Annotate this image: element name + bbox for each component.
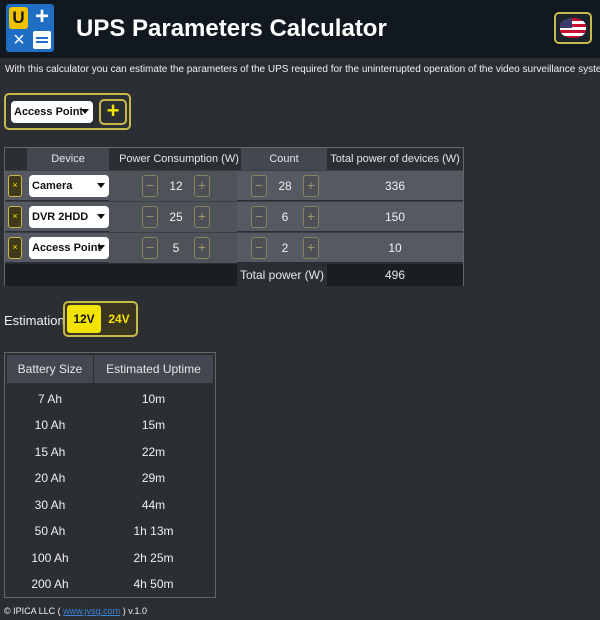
total-power-row: Total power (W) 496 <box>5 264 463 286</box>
battery-size-cell: 200 Ah <box>31 577 69 591</box>
header-estimated-uptime: Estimated Uptime <box>94 355 213 383</box>
device-total-power: 336 <box>384 179 406 193</box>
table-row: × Access Point − 5 + − 2 + 10 <box>5 232 463 263</box>
battery-size-cell: 10 Ah <box>34 418 66 432</box>
power-stepper: − 5 + <box>142 237 210 259</box>
devices-table-header: Device Power Consumption (W) Count Total… <box>5 148 463 170</box>
device-select-value: Camera <box>32 180 73 192</box>
increase-power-button[interactable]: + <box>194 206 210 228</box>
table-row: × Camera − 12 + − 28 + 336 <box>5 170 463 201</box>
uptime-cell: 1h 13m <box>133 524 174 538</box>
header-device: Device <box>27 148 109 170</box>
device-select[interactable]: Camera <box>29 175 109 197</box>
battery-size-cell: 20 Ah <box>34 471 66 485</box>
increase-count-button[interactable]: + <box>303 175 319 197</box>
us-flag-icon <box>560 18 586 38</box>
voltage-12v-button[interactable]: 12V <box>67 305 101 333</box>
estimation-label: Estimation <box>4 313 65 328</box>
page-subtitle: With this calculator you can estimate th… <box>5 64 600 75</box>
battery-size-cell: 15 Ah <box>34 445 66 459</box>
device-select-value: Access Point <box>32 242 102 254</box>
remove-device-button[interactable]: × <box>8 175 22 197</box>
uptime-cell: 29m <box>141 471 166 485</box>
header-total: Total power of devices (W) <box>330 153 460 165</box>
power-value[interactable]: 5 <box>158 237 194 259</box>
add-device-button[interactable]: + <box>99 99 127 125</box>
battery-table: Battery Size Estimated Uptime 7 Ah 10m 1… <box>4 352 216 598</box>
chevron-down-icon <box>81 109 89 114</box>
add-device-select-value: Access Point <box>14 106 84 118</box>
decrease-power-button[interactable]: − <box>142 237 158 259</box>
language-button[interactable] <box>554 12 592 44</box>
uptime-cell: 22m <box>141 445 166 459</box>
count-stepper: − 2 + <box>251 237 319 259</box>
chevron-down-icon <box>97 183 105 188</box>
header-battery-size: Battery Size <box>7 355 93 383</box>
header-power: Power Consumption (W) <box>119 153 239 165</box>
add-device-select[interactable]: Access Point <box>11 101 93 123</box>
decrease-count-button[interactable]: − <box>251 175 267 197</box>
increase-power-button[interactable]: + <box>194 175 210 197</box>
power-value[interactable]: 12 <box>158 175 194 197</box>
devices-table: Device Power Consumption (W) Count Total… <box>4 147 464 286</box>
count-stepper: − 28 + <box>251 175 319 197</box>
voltage-24v-button[interactable]: 24V <box>102 305 136 333</box>
battery-size-cell: 100 Ah <box>31 551 69 565</box>
count-value[interactable]: 28 <box>267 175 303 197</box>
increase-count-button[interactable]: + <box>303 237 319 259</box>
decrease-count-button[interactable]: − <box>251 206 267 228</box>
device-select[interactable]: DVR 2HDD <box>29 206 109 228</box>
remove-device-button[interactable]: × <box>8 206 22 228</box>
app-header: U + × UPS Parameters Calculator <box>0 0 600 58</box>
footer: © IPICA LLC ( www.jvsg.com ) v.1.0 <box>4 606 147 616</box>
uptime-cell: 2h 25m <box>133 551 174 565</box>
device-total-power: 10 <box>388 241 402 255</box>
add-device-panel: Access Point + <box>4 93 131 130</box>
footer-copyright: © IPICA LLC ( <box>4 606 61 616</box>
device-select[interactable]: Access Point <box>29 237 109 259</box>
device-total-power: 150 <box>384 210 406 224</box>
decrease-count-button[interactable]: − <box>251 237 267 259</box>
chevron-down-icon <box>97 214 105 219</box>
page-title: UPS Parameters Calculator <box>76 15 387 42</box>
total-power-value: 496 <box>384 268 406 282</box>
increase-count-button[interactable]: + <box>303 206 319 228</box>
count-value[interactable]: 6 <box>267 206 303 228</box>
uptime-cell: 10m <box>141 392 166 406</box>
power-stepper: − 12 + <box>142 175 210 197</box>
decrease-power-button[interactable]: − <box>142 206 158 228</box>
remove-device-button[interactable]: × <box>8 237 22 259</box>
app-logo-icon: U + × <box>6 4 54 52</box>
device-select-value: DVR 2HDD <box>32 211 89 223</box>
uptime-cell: 44m <box>141 498 166 512</box>
uptime-cell: 15m <box>141 418 166 432</box>
increase-power-button[interactable]: + <box>194 237 210 259</box>
total-power-label: Total power (W) <box>237 264 327 286</box>
table-row: × DVR 2HDD − 25 + − 6 + 150 <box>5 201 463 232</box>
power-value[interactable]: 25 <box>158 206 194 228</box>
power-stepper: − 25 + <box>142 206 210 228</box>
count-value[interactable]: 2 <box>267 237 303 259</box>
chevron-down-icon <box>97 245 105 250</box>
battery-size-cell: 7 Ah <box>37 392 63 406</box>
voltage-toggle: 12V 24V <box>63 301 138 337</box>
header-count: Count <box>241 148 327 170</box>
decrease-power-button[interactable]: − <box>142 175 158 197</box>
uptime-cell: 4h 50m <box>133 577 174 591</box>
footer-version: ) v.1.0 <box>122 606 148 616</box>
battery-size-cell: 50 Ah <box>34 524 66 538</box>
count-stepper: − 6 + <box>251 206 319 228</box>
battery-size-cell: 30 Ah <box>34 498 66 512</box>
footer-link[interactable]: www.jvsg.com <box>63 606 120 616</box>
